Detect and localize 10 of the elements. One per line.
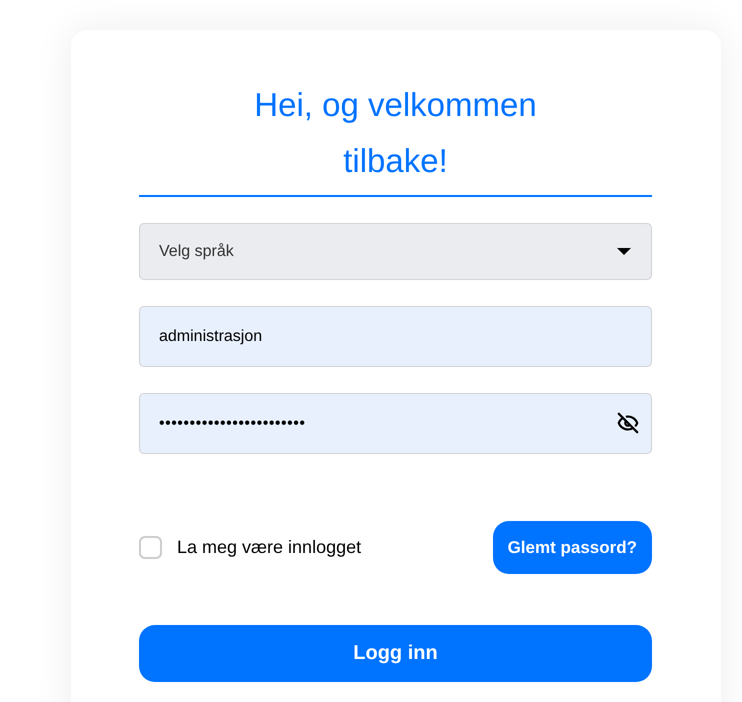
welcome-heading: Hei, og velkommen tilbake! bbox=[253, 85, 538, 181]
language-select[interactable]: Velg språk bbox=[139, 223, 652, 280]
username-field[interactable]: administrasjon bbox=[139, 306, 652, 367]
login-button[interactable]: Logg inn bbox=[139, 625, 652, 682]
remember-checkbox[interactable] bbox=[139, 536, 162, 559]
caret-icon bbox=[617, 248, 631, 255]
eye-slash-icon[interactable] bbox=[616, 411, 640, 435]
forgot-password-button[interactable]: Glemt passord? bbox=[492, 521, 652, 574]
password-field[interactable]: •••••••••••••••••••••••• bbox=[139, 393, 652, 454]
remember-label: La meg være innlogget bbox=[177, 537, 362, 558]
